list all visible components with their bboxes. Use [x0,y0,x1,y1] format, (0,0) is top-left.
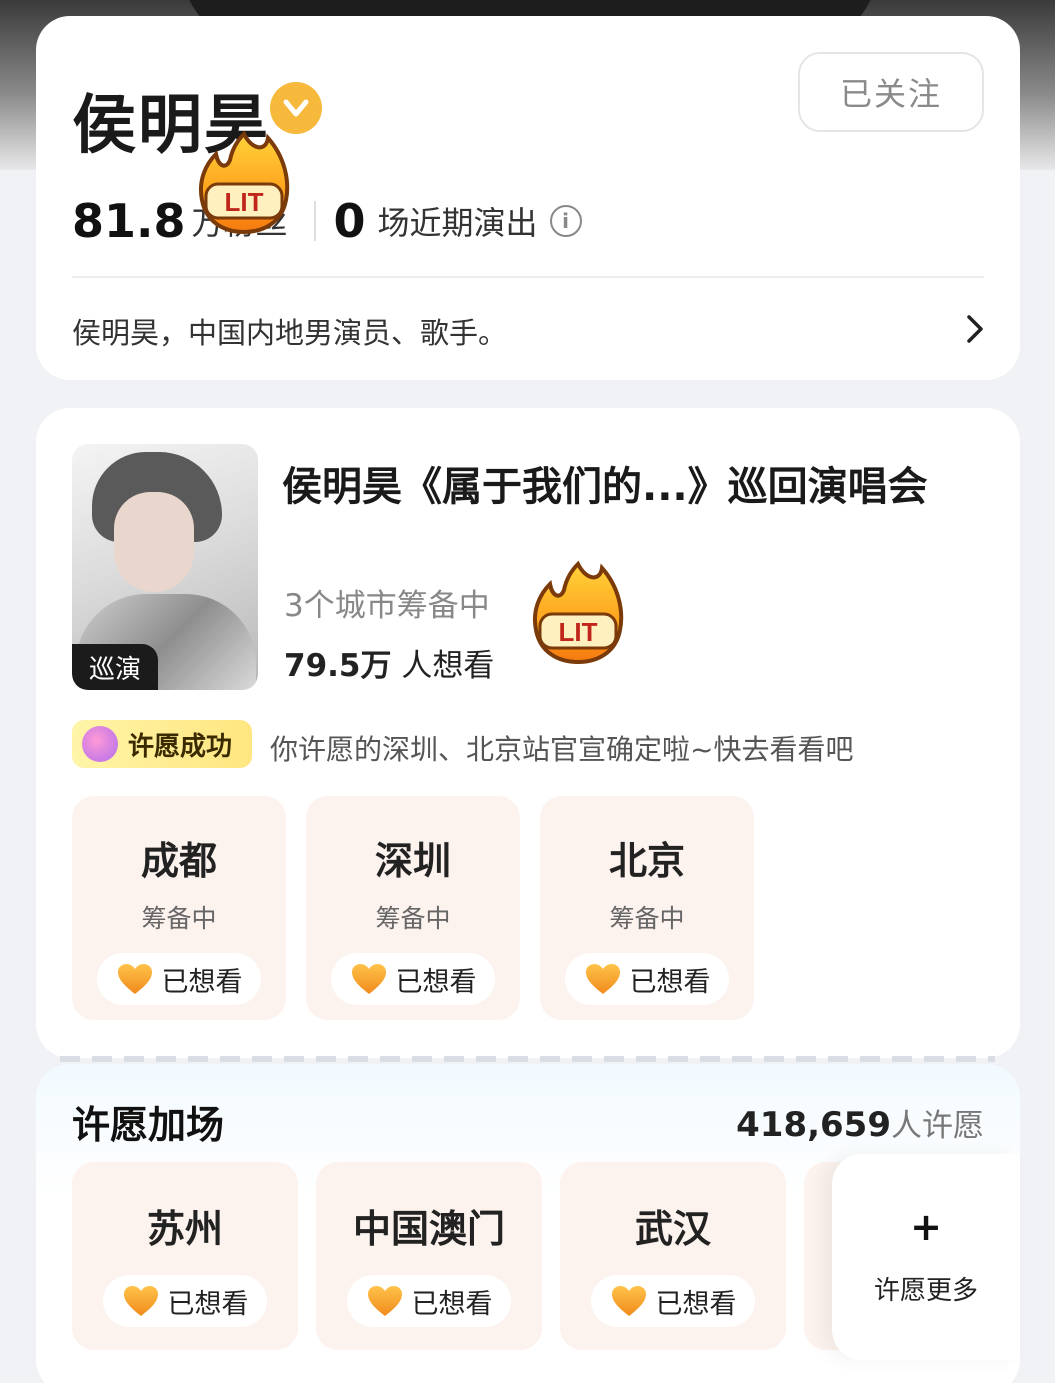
heart-hand-icon [82,726,118,762]
tour-poster[interactable]: 巡演 [72,444,258,690]
wanted-button[interactable]: 已想看 [591,1275,755,1327]
wish-count-value: 418,659 [736,1105,891,1145]
plus-icon: + [910,1204,942,1249]
tour-cities-status: 3个城市筹备中 [284,588,490,624]
wish-add-show-card: 许愿加场 418,659人许愿 苏州 已想看 中国澳门 已想看 武汉 已想看 +… [36,1064,1020,1383]
poster-face [114,492,194,592]
wanted-label: 已想看 [161,966,243,998]
wanted-label: 已想看 [655,1288,737,1320]
wish-success-badge: 许愿成功 [72,720,252,768]
lit-text: LIT [559,617,598,647]
city-name: 深圳 [374,839,451,883]
tour-wants: 79.5万 人想看 [284,640,494,685]
city-card-shenzhen[interactable]: 深圳 筹备中 已想看 [306,796,520,1020]
wish-city-list: 苏州 已想看 中国澳门 已想看 武汉 已想看 [72,1162,844,1350]
wish-count-label: 人许愿 [891,1108,984,1144]
wanted-label: 已想看 [167,1288,249,1320]
tour-city-list: 成都 筹备中 已想看 深圳 筹备中 已想看 北京 筹备中 已想看 [72,796,754,1020]
city-card-chengdu[interactable]: 成都 筹备中 已想看 [72,796,286,1020]
fans-count: 81.8 [72,194,186,248]
artist-info-card: 侯明昊 已关注 81.8 万粉丝 0 场近期演出 i 侯明昊，中国内地男演员、歌… [36,16,1020,380]
wanted-button[interactable]: 已想看 [347,1275,511,1327]
wanted-label: 已想看 [395,966,477,998]
heart-icon [123,1286,158,1316]
tour-card[interactable]: 巡演 侯明昊《属于我们的...》巡回演唱会 3个城市筹备中 79.5万 人想看 … [36,408,1020,1058]
wish-city-card-macau[interactable]: 中国澳门 已想看 [316,1162,542,1350]
city-name: 北京 [608,839,685,883]
city-name: 武汉 [634,1207,711,1251]
wish-message[interactable]: 你许愿的深圳、北京站官宣确定啦~快去看看吧 [270,728,853,768]
wish-section-title: 许愿加场 [72,1103,225,1147]
heart-icon [117,964,152,994]
artist-stats: 81.8 万粉丝 0 场近期演出 i [72,194,582,248]
tour-wants-count: 79.5万 [284,648,392,684]
city-status: 筹备中 [141,904,217,933]
wanted-button[interactable]: 已想看 [103,1275,267,1327]
chevron-right-icon[interactable] [966,314,984,348]
city-status: 筹备中 [609,904,685,933]
verified-badge-icon [270,82,322,134]
wish-city-card-wuhan[interactable]: 武汉 已想看 [560,1162,786,1350]
heart-icon [585,964,620,994]
tour-tag: 巡演 [72,644,158,690]
dashed-divider [60,1056,995,1062]
heart-icon [351,964,386,994]
wish-more-label: 许愿更多 [873,1275,978,1306]
tour-wants-label: 人想看 [391,648,495,684]
shows-label: 场近期演出 [377,204,538,242]
wanted-label: 已想看 [411,1288,493,1320]
wanted-label: 已想看 [629,966,711,998]
wish-success-label: 许愿成功 [128,731,233,762]
shows-count: 0 [333,194,366,248]
city-name: 苏州 [146,1207,223,1251]
city-status: 筹备中 [375,904,451,933]
wanted-button[interactable]: 已想看 [565,953,729,1005]
wanted-button[interactable]: 已想看 [331,953,495,1005]
lit-fire-sticker: LIT [196,130,292,235]
artist-bio[interactable]: 侯明昊，中国内地男演员、歌手。 [72,310,507,352]
follow-button[interactable]: 已关注 [798,52,984,132]
info-icon[interactable]: i [549,205,582,237]
city-card-beijing[interactable]: 北京 筹备中 已想看 [540,796,754,1020]
lit-text: LIT [225,187,264,217]
city-name: 中国澳门 [352,1207,505,1251]
wish-more-button[interactable]: + 许愿更多 [832,1154,1020,1360]
wanted-button[interactable]: 已想看 [97,953,261,1005]
wish-city-card-suzhou[interactable]: 苏州 已想看 [72,1162,298,1350]
stat-divider [313,201,316,241]
heart-icon [367,1286,402,1316]
city-name: 成都 [140,839,217,883]
divider [72,276,984,278]
heart-icon [611,1286,646,1316]
wish-count: 418,659人许愿 [736,1100,984,1145]
lit-fire-sticker: LIT [530,560,626,665]
tour-title[interactable]: 侯明昊《属于我们的...》巡回演唱会 [282,454,928,512]
